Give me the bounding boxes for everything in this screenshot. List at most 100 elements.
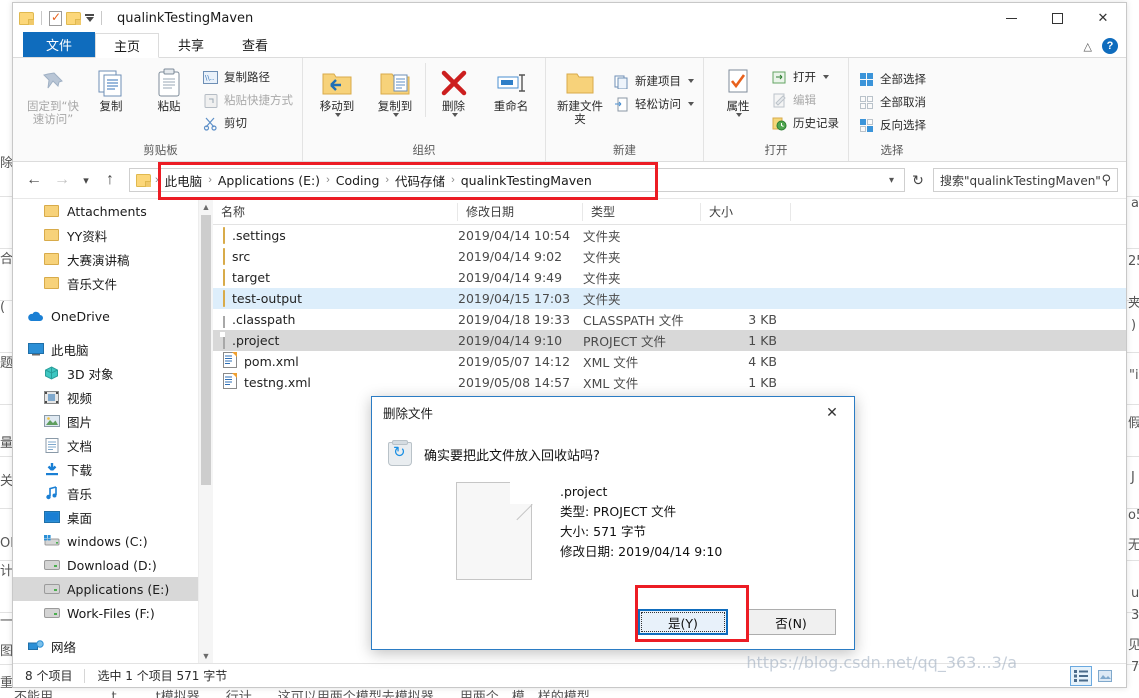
new-folder-button[interactable]: 新建文件夹	[552, 63, 608, 126]
table-row[interactable]: .classpath 2019/04/18 19:33 CLASSPATH 文件 3 …	[213, 309, 1126, 330]
sidebar-item-4[interactable]: OneDrive	[13, 304, 213, 328]
paste-button[interactable]: 粘贴	[141, 63, 197, 113]
easy-access-button[interactable]: 轻松访问	[610, 94, 697, 114]
select-none-button[interactable]: 全部取消	[855, 92, 929, 112]
copy-path-button[interactable]: \\.. 复制路径	[199, 67, 296, 87]
close-button[interactable]: ✕	[1080, 3, 1126, 33]
select-all-button[interactable]: 全部选择	[855, 69, 929, 89]
yes-button[interactable]: 是(Y)	[638, 609, 728, 635]
paste-shortcut-label: 粘贴快捷方式	[224, 93, 293, 107]
file-name-cell[interactable]: .project	[213, 332, 458, 349]
table-row[interactable]: test-output 2019/04/15 17:03 文件夹	[213, 288, 1126, 309]
back-arrow-icon[interactable]: ←	[21, 167, 47, 193]
new-item-button[interactable]: 新建项目	[610, 71, 697, 91]
sidebar-item-13[interactable]: windows (C:)	[13, 529, 213, 553]
thumbnails-view-icon[interactable]	[1094, 666, 1116, 686]
file-name-cell[interactable]: pom.xml	[213, 352, 458, 371]
maximize-button[interactable]	[1034, 3, 1080, 33]
table-row[interactable]: pom.xml 2019/05/07 14:12 XML 文件 4 KB	[213, 351, 1126, 372]
cut-button[interactable]: 剪切	[199, 113, 296, 133]
customize-caret-icon[interactable]	[85, 14, 94, 22]
sidebar-item-2[interactable]: 大赛演讲稿	[13, 247, 213, 271]
folder-icon[interactable]	[19, 11, 34, 25]
sidebar-item-5[interactable]: 此电脑	[13, 337, 213, 361]
table-row[interactable]: target 2019/04/14 9:49 文件夹	[213, 267, 1126, 288]
sidebar-item-17[interactable]: 网络	[13, 634, 213, 658]
chevron-up-icon[interactable]: ▲	[199, 199, 213, 214]
open-button[interactable]: 打开	[768, 67, 842, 87]
properties-button[interactable]: 属性	[710, 63, 766, 117]
file-name-cell[interactable]: .classpath	[213, 311, 458, 328]
sidebar-item-6[interactable]: 3D 对象	[13, 361, 213, 385]
tab-home[interactable]: 主页	[95, 33, 160, 58]
sidebar-item-0[interactable]: Attachments	[13, 199, 213, 223]
table-row[interactable]: .settings 2019/04/14 10:54 文件夹	[213, 225, 1126, 246]
move-to-button[interactable]: 移动到	[309, 63, 365, 117]
sidebar-item-14[interactable]: Download (D:)	[13, 553, 213, 577]
column-header-name[interactable]: 名称	[213, 202, 458, 221]
sidebar-item-1[interactable]: YY资料	[13, 223, 213, 247]
column-header-date[interactable]: 修改日期	[458, 202, 583, 221]
file-name-cell[interactable]: target	[213, 269, 458, 286]
chevron-down-icon[interactable]	[393, 113, 399, 117]
table-row[interactable]: .project 2019/04/14 9:10 PROJECT 文件 1 KB	[213, 330, 1126, 351]
chevron-down-icon[interactable]	[823, 75, 829, 79]
file-name-cell[interactable]: src	[213, 248, 458, 265]
breadcrumb-item-this-pc[interactable]: 此电脑	[161, 171, 207, 190]
chevron-down-icon[interactable]	[736, 113, 742, 117]
scrollbar-thumb[interactable]	[201, 215, 211, 485]
details-view-icon[interactable]	[1070, 665, 1092, 686]
chevron-up-icon[interactable]: △	[1084, 40, 1092, 53]
pin-to-quick-access-button[interactable]: 固定到“快速访问”	[25, 63, 81, 126]
refresh-icon[interactable]: ↻	[907, 172, 929, 189]
search-icon[interactable]: ⚲	[1101, 172, 1111, 188]
new-folder-icon[interactable]	[66, 11, 81, 25]
file-name-cell[interactable]: .settings	[213, 227, 458, 244]
minimize-button[interactable]	[988, 3, 1034, 33]
sidebar-item-7[interactable]: 视频	[13, 385, 213, 409]
column-header-size[interactable]: 大小	[701, 202, 791, 221]
chevron-down-icon[interactable]	[335, 113, 341, 117]
up-arrow-icon[interactable]: ↑	[97, 167, 123, 193]
rename-button[interactable]: 重命名	[483, 63, 539, 113]
table-row[interactable]: src 2019/04/14 9:02 文件夹	[213, 246, 1126, 267]
chevron-down-icon[interactable]: ▾	[883, 175, 900, 186]
svg-text:\\..: \\..	[205, 74, 214, 82]
chevron-down-icon[interactable]	[688, 102, 694, 106]
history-button[interactable]: 历史记录	[768, 113, 842, 133]
tab-share[interactable]: 共享	[159, 32, 223, 57]
help-icon[interactable]: ?	[1102, 38, 1118, 54]
chevron-down-icon[interactable]: ▼	[199, 648, 213, 663]
sidebar-item-11[interactable]: 音乐	[13, 481, 213, 505]
sidebar-item-10[interactable]: 下载	[13, 457, 213, 481]
properties-icon[interactable]	[49, 10, 62, 26]
breadcrumb-item-code-storage[interactable]: 代码存储	[391, 171, 449, 190]
sidebar-item-9[interactable]: 文档	[13, 433, 213, 457]
navigation-scrollbar[interactable]: ▲ ▼	[198, 199, 213, 663]
address-bar[interactable]: › 此电脑 › Applications (E:) › Coding › 代码存…	[129, 168, 905, 192]
sidebar-item-16[interactable]: Work-Files (F:)	[13, 601, 213, 625]
sidebar-item-3[interactable]: 音乐文件	[13, 271, 213, 295]
copy-button[interactable]: 复制	[83, 63, 139, 113]
recent-locations-icon[interactable]: ▾	[77, 167, 95, 193]
chevron-down-icon[interactable]	[688, 79, 694, 83]
tab-file[interactable]: 文件	[23, 32, 96, 57]
close-icon[interactable]: ✕	[810, 397, 854, 428]
invert-selection-button[interactable]: 反向选择	[855, 115, 929, 135]
breadcrumb-item-coding[interactable]: Coding	[332, 173, 384, 188]
breadcrumb-item-applications-e[interactable]: Applications (E:)	[214, 173, 324, 188]
tab-view[interactable]: 查看	[223, 32, 287, 57]
file-name-cell[interactable]: test-output	[213, 290, 458, 307]
delete-button[interactable]: 删除	[425, 63, 481, 117]
table-row[interactable]: testng.xml 2019/05/08 14:57 XML 文件 1 KB	[213, 372, 1126, 393]
chevron-down-icon[interactable]	[451, 113, 458, 117]
no-button[interactable]: 否(N)	[746, 609, 836, 635]
sidebar-item-15[interactable]: Applications (E:)	[13, 577, 213, 601]
search-input[interactable]: 搜索"qualinkTestingMaven" ⚲	[933, 168, 1118, 192]
file-name-cell[interactable]: testng.xml	[213, 373, 458, 392]
sidebar-item-12[interactable]: 桌面	[13, 505, 213, 529]
copy-to-button[interactable]: 复制到	[367, 63, 423, 117]
column-header-type[interactable]: 类型	[583, 202, 701, 221]
breadcrumb-item-qualink[interactable]: qualinkTestingMaven	[457, 173, 596, 188]
sidebar-item-8[interactable]: 图片	[13, 409, 213, 433]
